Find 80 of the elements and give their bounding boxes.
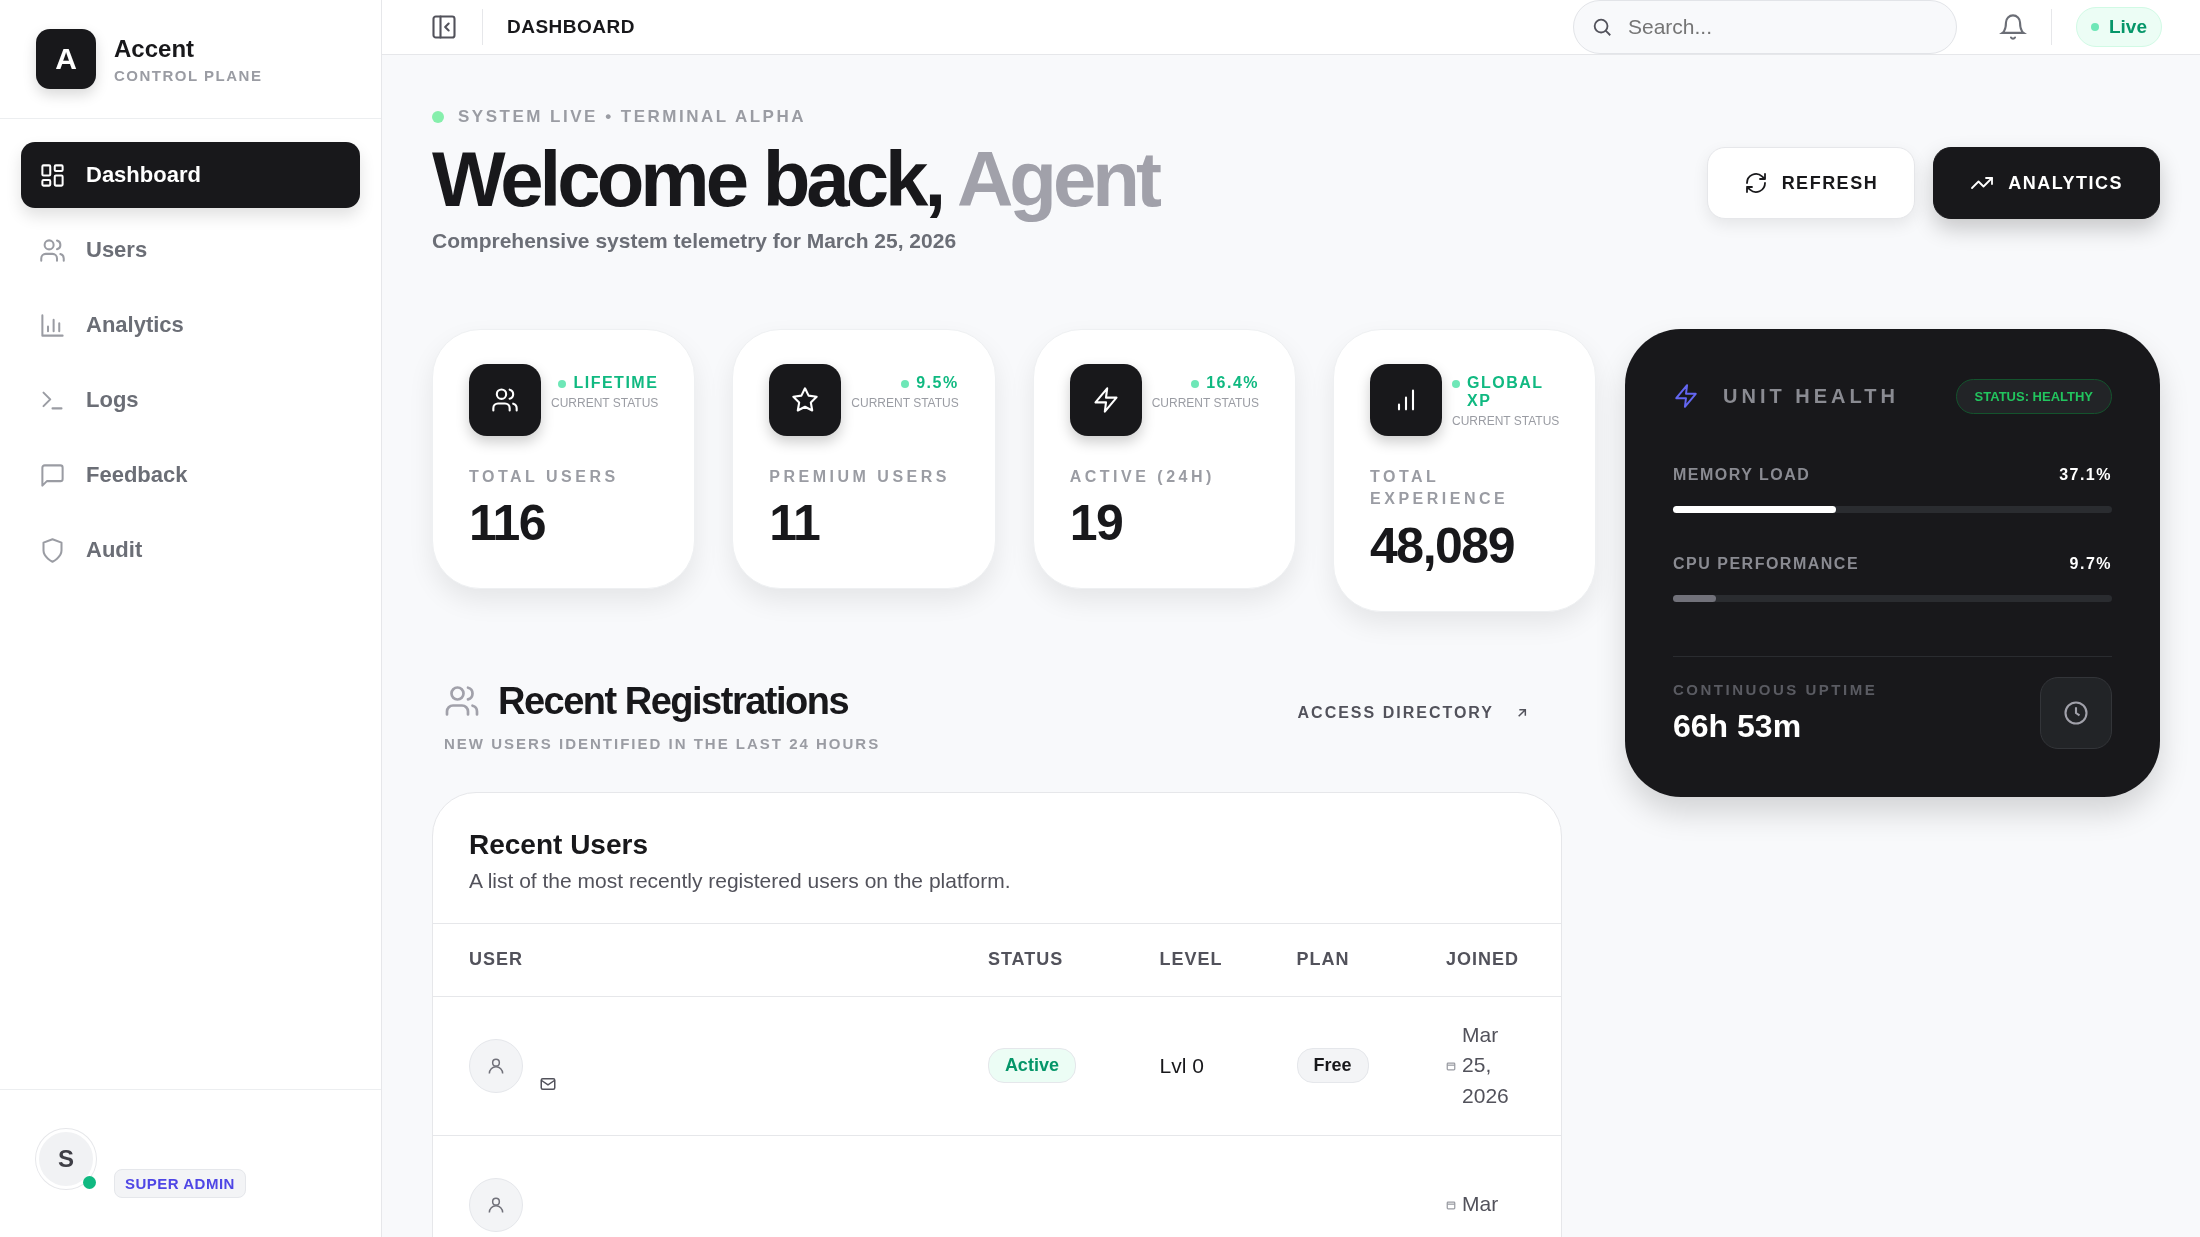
calendar-icon <box>1446 1060 1457 1071</box>
users-icon <box>39 236 66 264</box>
page-title: DASHBOARD <box>507 16 635 38</box>
welcome-subtitle: Comprehensive system telemetry for March 25, 2026 <box>432 228 958 253</box>
access-directory-link[interactable]: ACCESS DIRECTORY <box>1297 703 1530 722</box>
column-header: STATUS <box>951 923 1124 997</box>
card-title: UNIT HEALTH <box>1723 384 1899 408</box>
status-caption: CURRENT STATUS <box>551 395 659 410</box>
user-avatar <box>469 1177 523 1232</box>
trend-label: GLOBAL XP <box>1467 373 1545 410</box>
calendar-icon <box>1446 1199 1457 1210</box>
trend-label: LIFETIME <box>573 373 659 392</box>
user-avatar[interactable]: S <box>36 1128 96 1189</box>
uptime-value: 66h 53m <box>1673 707 1803 745</box>
stat-value: 116 <box>469 494 547 553</box>
lightning-icon <box>1091 385 1120 414</box>
status-caption: CURRENT STATUS <box>1151 395 1260 410</box>
user-avatar <box>469 1038 523 1093</box>
notifications-icon[interactable] <box>1998 13 2027 41</box>
trend-label: 9.5% <box>916 373 959 392</box>
sidebar-item[interactable]: Analytics <box>21 292 360 358</box>
chat-bubble-icon <box>39 461 66 489</box>
stat-value: 48,089 <box>1370 516 1515 575</box>
stat-label: TOTAL USERS <box>469 466 620 487</box>
analytics-button[interactable]: ANALYTICS <box>1933 147 2160 219</box>
stat-label: PREMIUM USERS <box>769 466 951 487</box>
users-icon <box>491 385 519 414</box>
lightning-icon <box>1673 383 1699 410</box>
trend-label: 16.4% <box>1206 373 1260 392</box>
grid-icon <box>39 161 66 189</box>
table-title: Recent Users <box>469 828 649 861</box>
trend-dot <box>901 379 910 388</box>
section-subtitle: NEW USERS IDENTIFIED IN THE LAST 24 HOURS <box>444 734 881 752</box>
sidebar-item[interactable]: Dashboard <box>21 142 360 208</box>
sidebar-item[interactable]: Audit <box>21 517 360 583</box>
plan-badge: Free <box>1296 1048 1369 1084</box>
brand-subtitle: CONTROL PLANE <box>114 66 263 84</box>
system-status-label: SYSTEM LIVE • TERMINAL ALPHA <box>458 107 806 127</box>
stat-value: 11 <box>769 494 821 553</box>
refresh-icon <box>1743 171 1768 195</box>
status-caption: CURRENT STATUS <box>851 395 959 410</box>
health-status-badge: STATUS: HEALTHY <box>1955 378 2112 414</box>
column-header: PLAN <box>1260 923 1411 997</box>
meter-reading: 37.1% <box>2059 465 2112 484</box>
welcome-heading: Welcome back, Agent <box>432 139 1158 221</box>
role-badge: SUPER ADMIN <box>114 1169 246 1198</box>
column-header: USER <box>433 923 952 997</box>
sidebar-toggle-button[interactable] <box>430 13 458 41</box>
bar-chart-icon <box>39 311 66 339</box>
brand-name: Accent <box>114 34 196 63</box>
meter-label: MEMORY LOAD <box>1673 465 1811 484</box>
section-title: Recent Registrations <box>498 679 849 723</box>
refresh-button[interactable]: REFRESH <box>1706 147 1916 219</box>
status-caption: CURRENT STATUS <box>1452 413 1560 428</box>
meter-label: CPU PERFORMANCE <box>1673 554 1860 573</box>
sidebar-item[interactable]: Users <box>21 217 360 283</box>
table-description: A list of the most recently registered users on the platform. <box>469 868 1012 893</box>
joined-date: Mar 25, 2026 <box>1462 1022 1510 1109</box>
column-header: LEVEL <box>1123 923 1261 997</box>
meter-reading: 9.7% <box>2069 554 2112 573</box>
joined-date: Mar <box>1462 1191 1499 1218</box>
star-icon <box>791 385 820 414</box>
trend-dot <box>1191 379 1200 388</box>
stat-label: ACTIVE (24H) <box>1069 466 1216 487</box>
status-dot <box>432 111 444 123</box>
live-badge: Live <box>2075 7 2162 47</box>
uptime-label: CONTINUOUS UPTIME <box>1673 680 1878 698</box>
logo: A <box>36 29 96 89</box>
stat-label: TOTAL EXPERIENCE <box>1370 466 1510 510</box>
trend-dot <box>558 379 567 388</box>
status-badge: Active <box>987 1048 1076 1084</box>
clock-icon <box>2062 698 2090 727</box>
sidebar-item[interactable]: Feedback <box>21 442 360 508</box>
sidebar-item[interactable]: Logs <box>21 367 360 433</box>
column-header: JOINED <box>1410 923 1561 997</box>
shield-icon <box>39 536 66 564</box>
search-field[interactable]: Search... <box>1572 0 1957 54</box>
stat-value: 19 <box>1069 494 1124 553</box>
trend-dot <box>1452 379 1461 388</box>
level-cell: Lvl 0 <box>1159 1053 1204 1077</box>
